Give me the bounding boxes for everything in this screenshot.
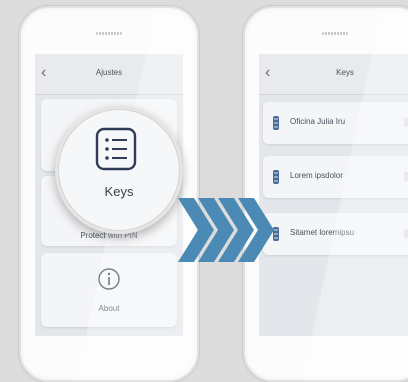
key-icon	[273, 170, 279, 184]
key-row[interactable]: Sitamet loremipsu	[263, 213, 408, 255]
about-label: About	[98, 304, 120, 313]
key-row[interactable]: Lorem ipsdolor	[263, 156, 408, 198]
key-name: Sitamet loremipsu	[290, 228, 355, 237]
key-name: Lorem ipsdolor	[290, 171, 343, 180]
trash-icon[interactable]	[404, 229, 408, 238]
speaker-grille	[322, 32, 348, 35]
page-title: Keys	[336, 68, 354, 77]
speaker-grille	[96, 32, 122, 35]
info-icon	[98, 268, 120, 290]
about-tile[interactable]: About	[41, 253, 177, 327]
keys-navbar: ‹ Keys	[259, 54, 408, 95]
key-name: Oficina Julia Iru	[290, 117, 346, 126]
key-icon	[273, 116, 279, 130]
trash-icon[interactable]	[404, 118, 408, 127]
trash-icon[interactable]	[404, 172, 408, 181]
page-title: Ajustes	[95, 68, 123, 77]
key-row[interactable]: Oficina Julia Iru	[263, 102, 408, 144]
chevron-right-arrows-icon	[178, 198, 274, 262]
list-icon	[95, 127, 137, 171]
keys-magnifier[interactable]: Keys	[55, 106, 183, 234]
keys-screen: ‹ Keys Oficina Julia Iru Lorem ipsdolor …	[259, 54, 408, 336]
phone-keys: ‹ Keys Oficina Julia Iru Lorem ipsdolor …	[243, 6, 408, 382]
keys-label: Keys	[104, 184, 134, 199]
settings-navbar: ‹ Ajustes	[35, 54, 183, 95]
